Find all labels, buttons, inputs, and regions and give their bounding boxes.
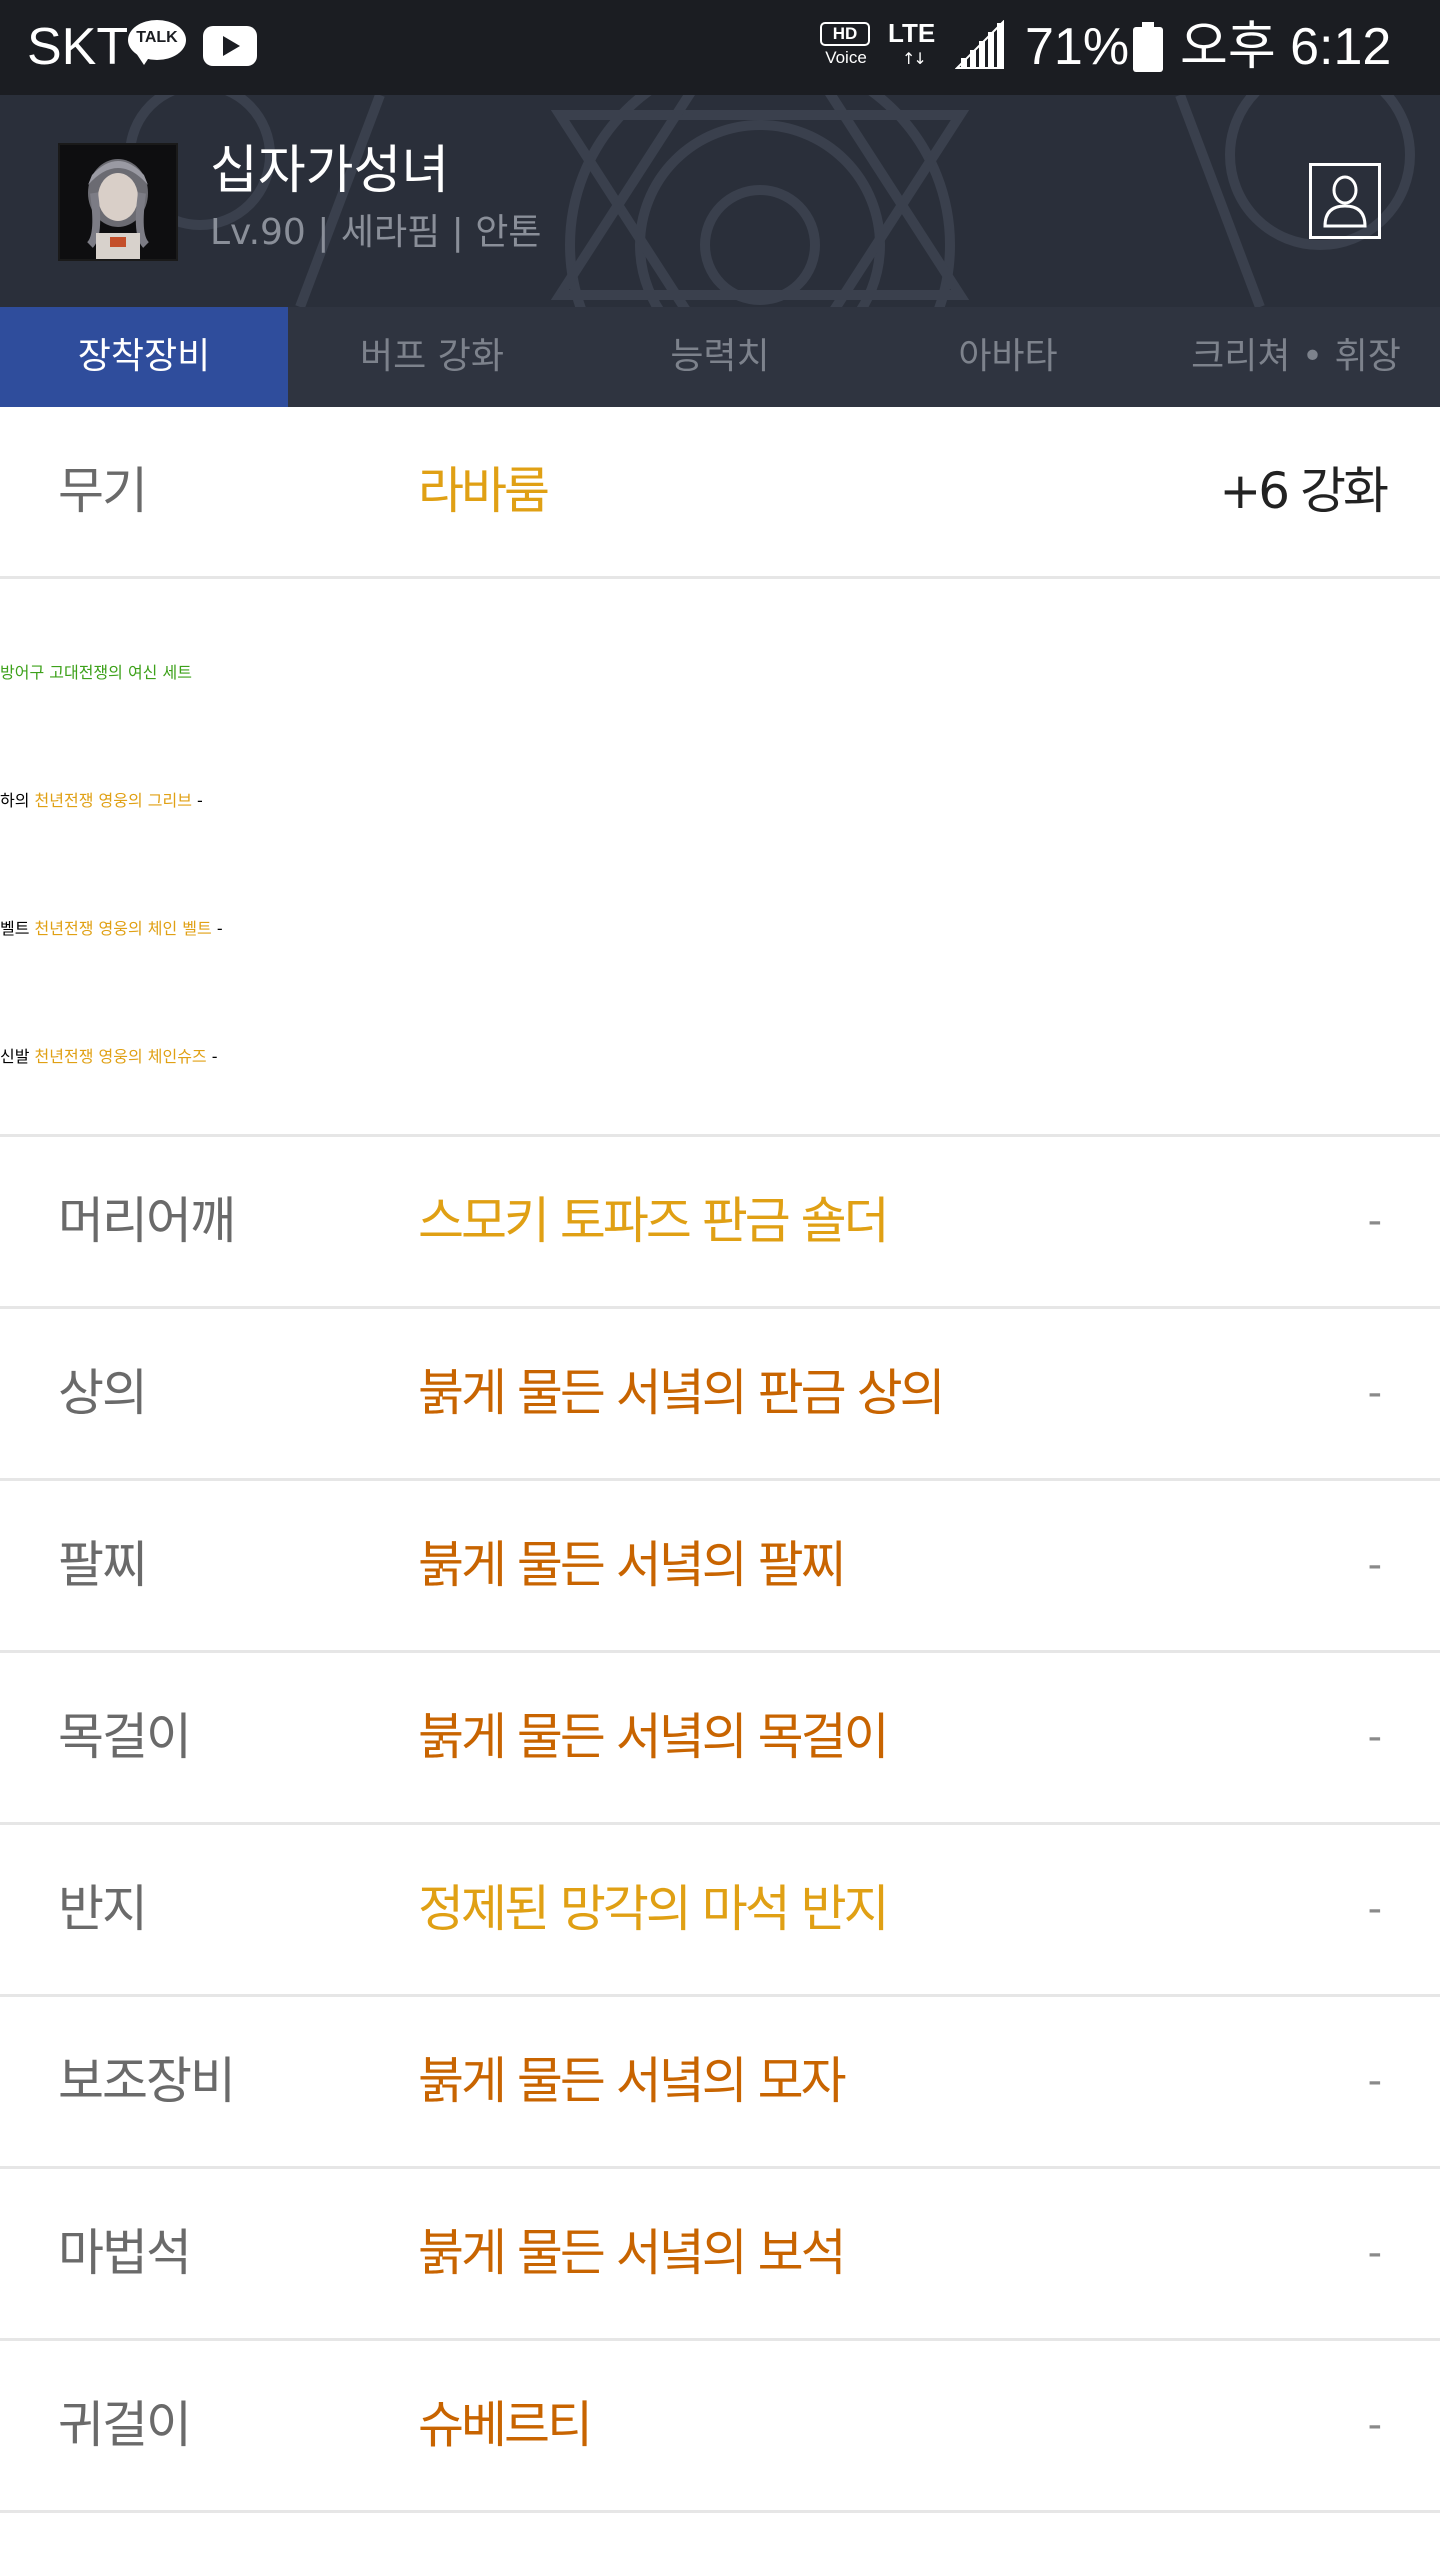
voice-label: Voice bbox=[825, 48, 867, 67]
character-info: Lv.90 | 세라핌 | 안톤 bbox=[210, 212, 542, 253]
signal-icon bbox=[955, 20, 1004, 69]
enhance-level: - bbox=[211, 1047, 218, 1066]
armor-set-header[interactable]: 방어구 고대전쟁의 여신 세트 bbox=[0, 609, 1440, 737]
tab-buff-enhance[interactable]: 버프 강화 bbox=[288, 307, 576, 407]
armor-set-group: 방어구 고대전쟁의 여신 세트 하의 천년전쟁 영웅의 그리브 - 벨트 천년전… bbox=[0, 579, 1440, 1137]
tab-creature-emblem[interactable]: 크리쳐 • 휘장 bbox=[1152, 307, 1440, 407]
battery-icon bbox=[1133, 22, 1163, 72]
carrier-label: SKT bbox=[27, 18, 129, 76]
tab-bar: 장착장비 버프 강화 능력치 아바타 크리쳐 • 휘장 bbox=[0, 307, 1440, 407]
equipment-row-bottoms[interactable]: 하의 천년전쟁 영웅의 그리브 - bbox=[0, 737, 1440, 865]
equipment-list: 무기 라바룸 +6 강화 방어구 고대전쟁의 여신 세트 하의 천년전쟁 영웅의… bbox=[0, 407, 1440, 2513]
character-portrait-icon bbox=[60, 145, 176, 259]
slot-label: 무기 bbox=[58, 462, 148, 520]
equipment-row-belt[interactable]: 벨트 천년전쟁 영웅의 체인 벨트 - bbox=[0, 865, 1440, 993]
slot-label: 방어구 bbox=[0, 663, 45, 682]
slot-label: 귀걸이 bbox=[58, 2396, 192, 2454]
tab-equipment[interactable]: 장착장비 bbox=[0, 307, 288, 407]
hd-label: HD bbox=[820, 22, 870, 46]
enhance-level: - bbox=[1367, 1542, 1382, 1588]
item-name: 붉게 물든 서녘의 보석 bbox=[418, 2224, 847, 2282]
enhance-level: - bbox=[216, 919, 223, 938]
lte-icon: LTE ↑↓ bbox=[888, 18, 944, 74]
character-avatar bbox=[58, 143, 178, 261]
slot-label: 하의 bbox=[0, 791, 30, 810]
lte-arrows: ↑↓ bbox=[902, 49, 927, 68]
equipment-row-shoes[interactable]: 신발 천년전쟁 영웅의 체인슈즈 - bbox=[0, 993, 1440, 1121]
equipment-row-shoulder[interactable]: 머리어깨 스모키 토파즈 판금 숄더 - bbox=[0, 1137, 1440, 1309]
enhance-level: - bbox=[1367, 1886, 1382, 1932]
equipment-row-subequipment[interactable]: 보조장비 붉게 물든 서녘의 모자 - bbox=[0, 1997, 1440, 2169]
enhance-level: - bbox=[197, 791, 203, 810]
item-name: 붉게 물든 서녘의 판금 상의 bbox=[418, 1364, 946, 1422]
enhance-level: - bbox=[1367, 1370, 1382, 1416]
enhance-level: - bbox=[1367, 2402, 1382, 2448]
person-icon bbox=[1323, 175, 1367, 228]
enhance-level: - bbox=[1367, 1198, 1382, 1244]
enhance-level: - bbox=[1367, 2058, 1382, 2104]
item-name: 천년전쟁 영웅의 체인 벨트 bbox=[34, 919, 212, 938]
slot-label: 머리어깨 bbox=[58, 1192, 236, 1250]
item-name: 붉게 물든 서녘의 팔찌 bbox=[418, 1536, 847, 1594]
profile-header: 십자가성녀 Lv.90 | 세라핌 | 안톤 bbox=[0, 95, 1440, 307]
item-name: 천년전쟁 영웅의 체인슈즈 bbox=[34, 1047, 207, 1066]
slot-label: 목걸이 bbox=[58, 1708, 192, 1766]
set-name: 고대전쟁의 여신 세트 bbox=[49, 663, 192, 682]
slot-label: 신발 bbox=[0, 1047, 30, 1066]
item-name: 붉게 물든 서녘의 목걸이 bbox=[418, 1708, 890, 1766]
battery-percent: 71% bbox=[1025, 18, 1130, 76]
item-name: 정제된 망각의 마석 반지 bbox=[418, 1880, 890, 1938]
clock: 오후 6:12 bbox=[1180, 18, 1392, 76]
slot-label: 마법석 bbox=[58, 2224, 192, 2282]
equipment-row-earring[interactable]: 귀걸이 슈베르티 - bbox=[0, 2341, 1440, 2513]
slot-label: 반지 bbox=[58, 1880, 148, 1938]
slot-label: 보조장비 bbox=[58, 2052, 236, 2110]
tab-avatar[interactable]: 아바타 bbox=[864, 307, 1152, 407]
hd-voice-icon: HD Voice bbox=[817, 22, 875, 72]
youtube-icon bbox=[203, 26, 257, 66]
slot-label: 벨트 bbox=[0, 919, 30, 938]
equipment-row-magicstone[interactable]: 마법석 붉게 물든 서녘의 보석 - bbox=[0, 2169, 1440, 2341]
item-name: 붉게 물든 서녘의 모자 bbox=[418, 2052, 847, 2110]
equipment-row-necklace[interactable]: 목걸이 붉게 물든 서녘의 목걸이 - bbox=[0, 1653, 1440, 1825]
kakaotalk-icon: TALK bbox=[128, 20, 188, 68]
equipment-row-ring[interactable]: 반지 정제된 망각의 마석 반지 - bbox=[0, 1825, 1440, 1997]
equipment-row-weapon[interactable]: 무기 라바룸 +6 강화 bbox=[0, 407, 1440, 579]
item-name: 슈베르티 bbox=[418, 2396, 593, 2454]
item-name: 스모키 토파즈 판금 숄더 bbox=[418, 1192, 890, 1250]
enhance-level: - bbox=[1367, 2230, 1382, 2276]
slot-label: 상의 bbox=[58, 1364, 148, 1422]
equipment-row-top[interactable]: 상의 붉게 물든 서녘의 판금 상의 - bbox=[0, 1309, 1440, 1481]
enhance-level: - bbox=[1367, 1714, 1382, 1760]
tab-stats[interactable]: 능력치 bbox=[576, 307, 864, 407]
item-name: 라바룸 bbox=[418, 462, 550, 520]
slot-label: 팔찌 bbox=[58, 1536, 148, 1594]
lte-label: LTE bbox=[888, 18, 936, 48]
equipment-row-bracelet[interactable]: 팔찌 붉게 물든 서녘의 팔찌 - bbox=[0, 1481, 1440, 1653]
status-bar: SKT TALK HD Voice LTE ↑↓ 71% 오후 6:12 bbox=[0, 0, 1440, 95]
character-name: 십자가성녀 bbox=[210, 141, 450, 201]
talk-badge-label: TALK bbox=[136, 29, 178, 46]
item-name: 천년전쟁 영웅의 그리브 bbox=[34, 791, 192, 810]
profile-button[interactable] bbox=[1309, 163, 1381, 239]
enhance-level: +6 강화 bbox=[1219, 462, 1389, 520]
